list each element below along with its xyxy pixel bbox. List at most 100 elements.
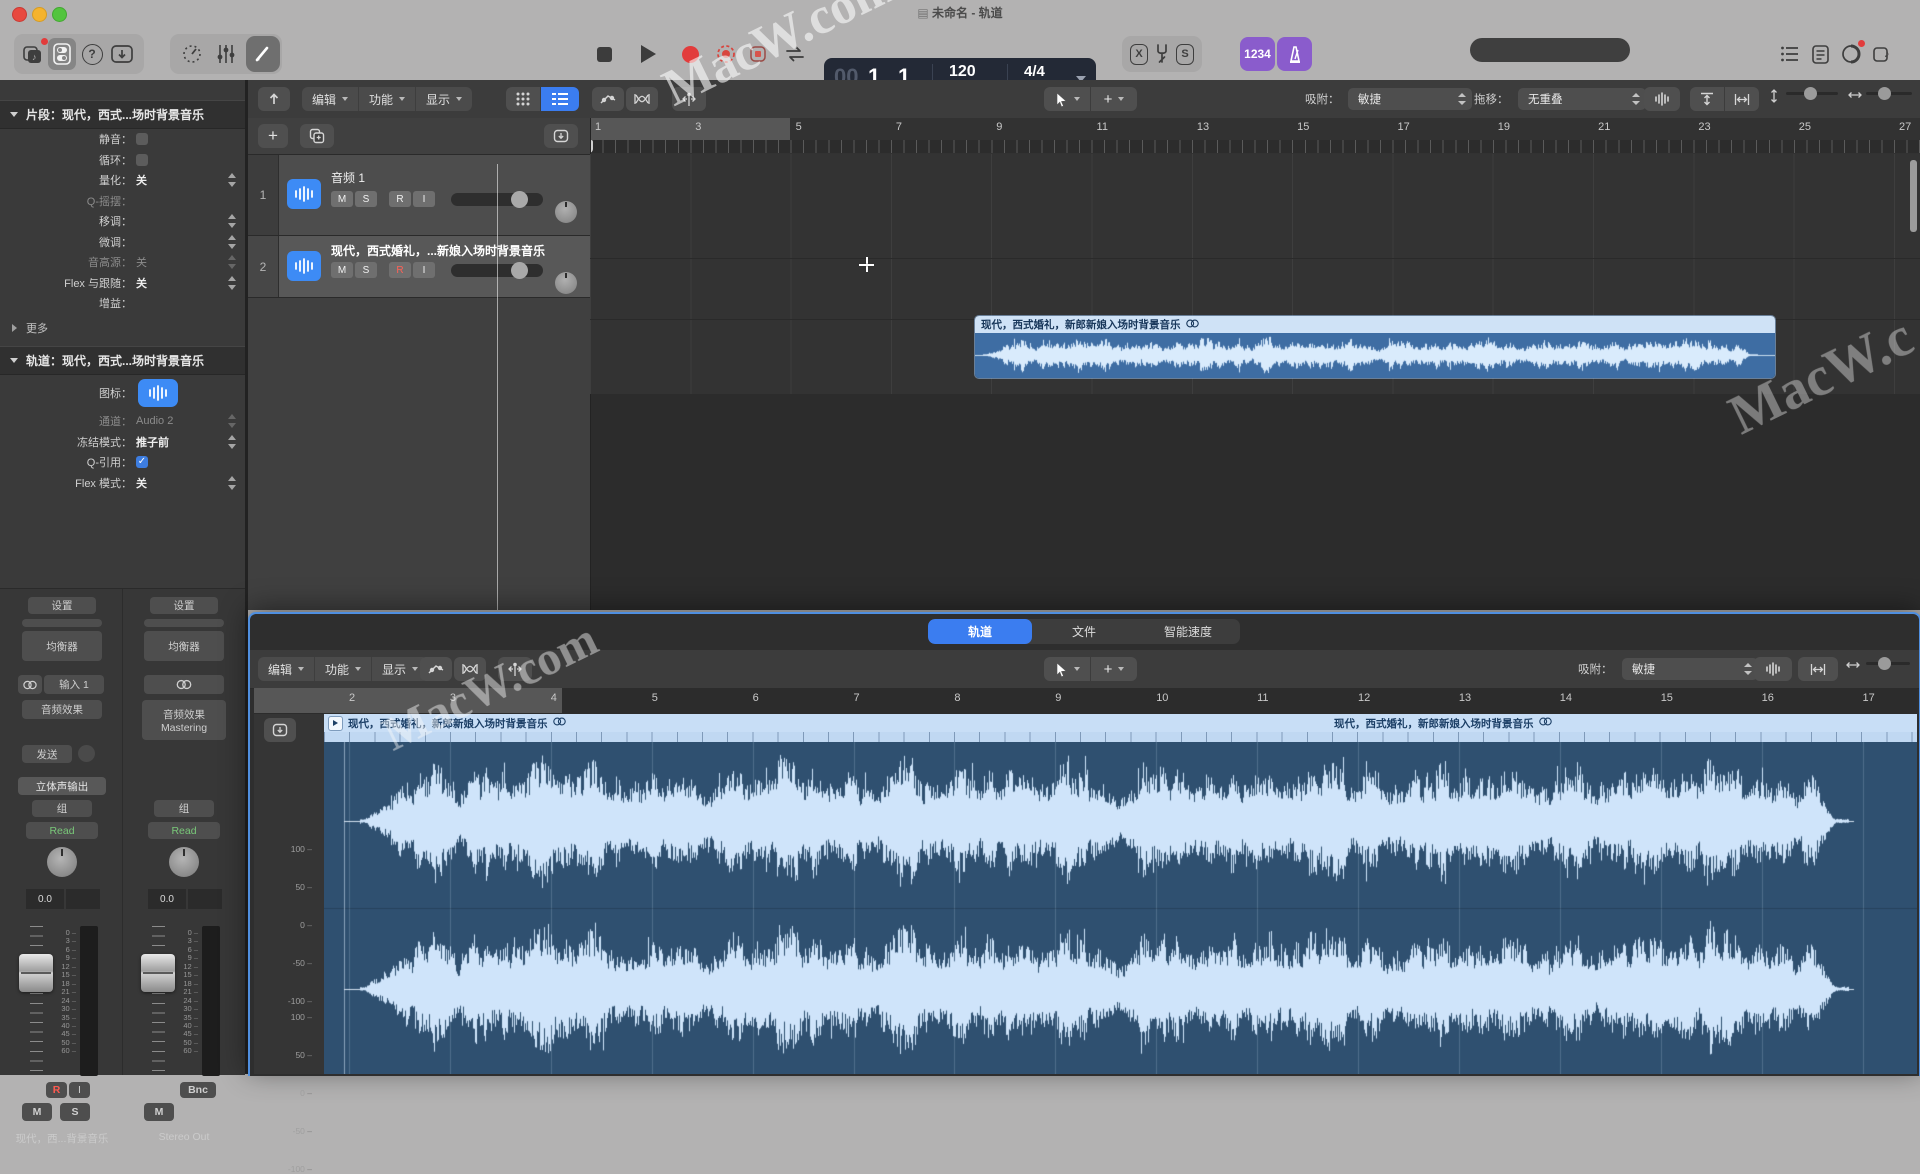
track-icon[interactable] (287, 179, 321, 209)
record-button[interactable] (678, 42, 702, 66)
strip-setting-button[interactable]: 设置 (28, 597, 96, 614)
strip-automation-mode-button[interactable]: Read (26, 822, 98, 839)
strip-sends-button[interactable]: 发送 (22, 745, 72, 763)
track-inspector-checkbox[interactable]: ✓ (136, 456, 148, 468)
peak-value[interactable] (66, 889, 100, 909)
track-name[interactable]: 现代，西式婚礼，...新娘入场时背景音乐 (331, 242, 581, 259)
strip-group-button[interactable]: 组 (32, 800, 92, 817)
region-inspector-row[interactable]: 量化：关 (0, 170, 245, 191)
strip-group-button[interactable]: 组 (154, 800, 214, 817)
track-inspector-row[interactable]: Q-引用：✓ (0, 452, 245, 473)
menu-edit[interactable]: 编辑 (302, 87, 358, 111)
prelisten-play-icon[interactable] (328, 716, 343, 731)
tuner-icon[interactable] (178, 40, 206, 68)
region-inspector-checkbox[interactable] (136, 133, 148, 145)
flex-icon[interactable] (498, 657, 532, 681)
strip-automation-mode-button[interactable]: Read (148, 822, 220, 839)
crossfade-icon[interactable] (626, 87, 658, 111)
region-inspector-row[interactable]: Flex 与跟随：关 (0, 273, 245, 294)
track-header-options-icon[interactable] (544, 124, 578, 148)
solo-badge-icon[interactable]: S (1174, 42, 1196, 66)
horizontal-zoom-slider[interactable] (1848, 662, 1910, 665)
region-inspector-row[interactable]: 音高源：关 (0, 252, 245, 273)
mute-button[interactable]: M (22, 1103, 52, 1121)
region-inspector-row[interactable]: 静音： (0, 129, 245, 150)
snap-dropdown[interactable]: 敏捷 (1622, 658, 1758, 680)
track-inspector-row[interactable]: 冻结模式：推子前 (0, 432, 245, 453)
region-inspector-row[interactable]: 微调： (0, 232, 245, 253)
waveform-zoom-icon[interactable] (1754, 657, 1792, 681)
cycle-button[interactable] (782, 42, 808, 66)
editor-region-header[interactable]: 现代，西式婚礼，新郎新娘入场时背景音乐 现代，西式婚礼，新郎新娘入场时背景音乐 (324, 714, 1917, 732)
solo-button[interactable]: S (60, 1103, 90, 1121)
grid-view-icon[interactable] (506, 87, 540, 111)
track-solo-button[interactable]: S (355, 262, 377, 278)
play-button[interactable] (636, 42, 660, 66)
strip-input-format-icon[interactable] (18, 675, 42, 694)
track-inspector-row[interactable]: Flex 模式：关 (0, 473, 245, 494)
audio-region[interactable]: 现代，西式婚礼，新郎新娘入场时背景音乐 (975, 316, 1775, 378)
menu-view[interactable]: 显示 (415, 87, 472, 111)
strip-setting-button[interactable]: 设置 (150, 597, 218, 614)
waveform-zoom-icon[interactable] (1644, 87, 1680, 111)
record-enable-button[interactable] (748, 44, 768, 64)
track-record-button[interactable]: R (389, 262, 411, 278)
pan-knob[interactable] (169, 847, 199, 877)
horizontal-auto-zoom-icon[interactable] (1725, 87, 1759, 111)
capture-recording-button[interactable] (714, 42, 738, 66)
track-icon[interactable] (138, 379, 178, 407)
track-inspector-row[interactable]: 通道：Audio 2 (0, 411, 245, 432)
region-inspector-row[interactable]: 增益： (0, 293, 245, 314)
list-editors-icon[interactable] (1778, 41, 1802, 67)
vertical-scrollbar[interactable] (1910, 160, 1917, 232)
loop-browser-icon[interactable] (1838, 41, 1864, 67)
volume-fader[interactable] (19, 954, 53, 992)
strip-eq-button[interactable]: 均衡器 (22, 631, 102, 661)
track-header-1[interactable]: 1 音频 1 M S R I (248, 155, 590, 236)
bar-ruler[interactable]: 13579111315171921232527 (590, 118, 1920, 155)
automation-icon[interactable] (420, 657, 452, 681)
strip-gain-slot[interactable] (144, 619, 224, 627)
tab-tracks[interactable]: 轨道 (928, 619, 1032, 644)
library-icon[interactable]: ♪ (20, 40, 46, 68)
duplicate-track-button[interactable] (300, 124, 334, 148)
track-inspector-row[interactable]: 图标： (0, 375, 245, 411)
note-pads-icon[interactable] (1808, 41, 1832, 67)
bounce-button[interactable]: Bnc (180, 1082, 216, 1098)
menu-functions[interactable]: 功能 (358, 87, 415, 111)
track-record-button[interactable]: R (389, 191, 411, 207)
menu-edit[interactable]: 编辑 (258, 657, 314, 681)
stepper-control[interactable] (228, 276, 237, 290)
tab-file[interactable]: 文件 (1032, 619, 1136, 644)
region-inspector-header[interactable]: 片段：现代，西式...场时背景音乐 (0, 100, 245, 129)
flex-icon[interactable] (672, 87, 706, 111)
strip-eq-button[interactable]: 均衡器 (144, 631, 224, 661)
region-header[interactable]: 现代，西式婚礼，新郎新娘入场时背景音乐 (975, 316, 1775, 333)
mute-button[interactable]: M (144, 1103, 174, 1121)
strip-audio-fx-button[interactable]: 音频效果 (22, 700, 102, 719)
master-volume-slider[interactable] (1470, 38, 1630, 62)
stepper-control[interactable] (228, 173, 237, 187)
add-track-button[interactable]: + (258, 124, 288, 148)
tuning-fork-icon[interactable] (1152, 41, 1172, 67)
input-monitor-button[interactable]: I (69, 1082, 90, 1098)
automation-icon[interactable] (592, 87, 624, 111)
count-in-button[interactable]: 1234 (1240, 37, 1275, 71)
send-knob[interactable] (78, 745, 95, 762)
track-input-button[interactable]: I (413, 262, 435, 278)
mixer-icon[interactable] (212, 40, 240, 68)
region-inspector-row[interactable]: Q-摇摆： (0, 191, 245, 212)
pointer-tool-menu[interactable] (1044, 87, 1090, 111)
inspector-toggle-icon[interactable] (48, 38, 76, 70)
metronome-button[interactable] (1277, 37, 1312, 71)
strip-name[interactable]: Stereo Out (124, 1131, 244, 1143)
track-input-button[interactable]: I (413, 191, 435, 207)
playhead-line[interactable] (497, 164, 498, 610)
vertical-auto-zoom-icon[interactable] (1690, 87, 1724, 111)
strip-audio-fx-button[interactable]: 音频效果Mastering (142, 700, 226, 740)
fit-zoom-icon[interactable] (1798, 657, 1838, 681)
region-inspector-row[interactable]: 移调： (0, 211, 245, 232)
track-header-2[interactable]: 2 现代，西式婚礼，...新娘入场时背景音乐 M S R I (248, 236, 590, 298)
track-lanes[interactable]: 现代，西式婚礼，新郎新娘入场时背景音乐 (590, 154, 1920, 394)
track-pan-knob[interactable] (555, 272, 577, 294)
